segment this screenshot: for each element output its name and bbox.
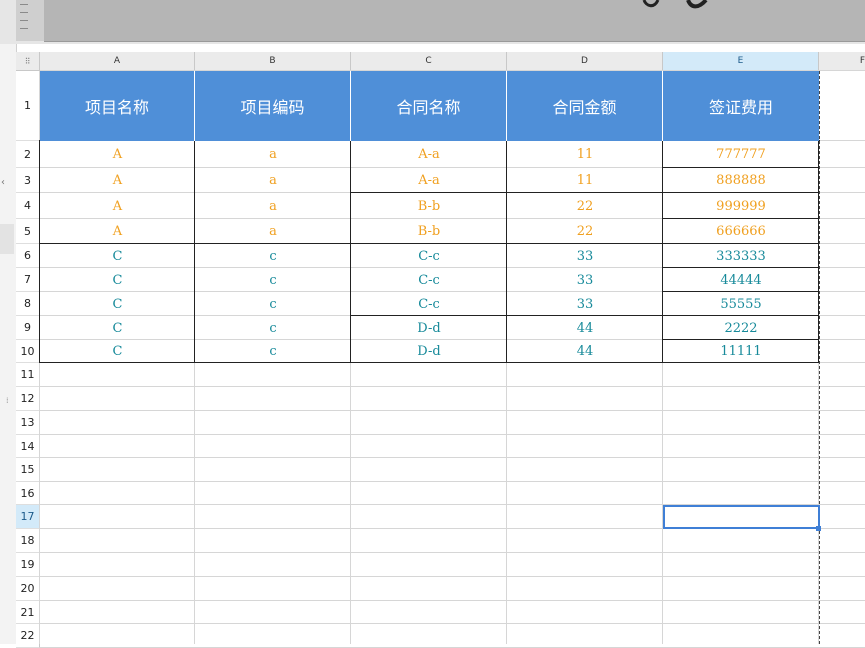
grip-handle-icon[interactable]: ⁞ [6,396,9,405]
gutter-band [0,224,14,254]
table-cell[interactable]: C [40,292,195,316]
table-cell[interactable]: 11111 [663,340,819,363]
row-header-22[interactable]: 22 [16,624,40,648]
table-cell[interactable]: C [40,340,195,363]
table-cell[interactable]: c [195,316,351,340]
table-cell[interactable]: 2222 [663,316,819,340]
header-cell[interactable]: 合同金额 [507,71,663,141]
row-header-18[interactable]: 18 [16,529,40,553]
row-header-20[interactable]: 20 [16,577,40,601]
row-header-11[interactable]: 11 [16,363,40,387]
grid-row-line [40,481,865,482]
table-cell[interactable]: A [40,193,195,219]
table-cell[interactable]: C [40,244,195,268]
grid-row-line [40,386,865,387]
table-cell[interactable]: B-b [351,193,507,219]
table-cell[interactable]: 33 [507,244,663,268]
row-header-15[interactable]: 15 [16,458,40,482]
row-header-19[interactable]: 19 [16,553,40,577]
table-cell[interactable]: a [195,219,351,244]
row-header-3[interactable]: 3 [16,168,40,193]
row-header-2[interactable]: 2 [16,141,40,168]
table-cell[interactable]: B-b [351,219,507,244]
ruler [16,0,45,41]
table-cell[interactable]: A-a [351,141,507,168]
table-cell[interactable]: A [40,141,195,168]
toolbar-area [0,0,865,44]
table-cell[interactable]: C-c [351,268,507,292]
table-cell[interactable]: a [195,193,351,219]
table-cell[interactable]: 999999 [663,193,819,219]
table-cell[interactable]: 666666 [663,219,819,244]
header-cell[interactable]: 签证费用 [663,71,819,141]
table-cell[interactable]: C-c [351,292,507,316]
table-cell[interactable]: 333333 [663,244,819,268]
table-cell[interactable]: D-d [351,316,507,340]
header-cell[interactable]: 合同名称 [351,71,507,141]
row-header-9[interactable]: 9 [16,316,40,340]
row-header-8[interactable]: 8 [16,292,40,316]
select-all-corner[interactable]: ⠿ [16,52,40,71]
table-cell[interactable]: a [195,141,351,168]
row-header-17[interactable]: 17 [16,505,40,529]
table-cell[interactable]: 11 [507,141,663,168]
table-cell[interactable]: 22 [507,193,663,219]
table-cell[interactable]: a [195,168,351,193]
grid-row-line [40,552,865,553]
table-cell[interactable]: 888888 [663,168,819,193]
grid-row-line [40,576,865,577]
row-header-5[interactable]: 5 [16,219,40,244]
grid-row-line [40,457,865,458]
table-cell[interactable]: 777777 [663,141,819,168]
column-header-e[interactable]: E [663,52,819,71]
column-header-f[interactable]: F [819,52,865,71]
row-header-10[interactable]: 10 [16,340,40,363]
row-header-13[interactable]: 13 [16,411,40,435]
grid-row-line [40,600,865,601]
table-cell[interactable]: 33 [507,292,663,316]
table-cell[interactable]: c [195,340,351,363]
table-cell[interactable]: A [40,168,195,193]
row-header-1[interactable]: 1 [16,71,40,141]
table-cell[interactable]: 44 [507,340,663,363]
row-header-21[interactable]: 21 [16,601,40,624]
table-cell[interactable]: C [40,268,195,292]
grid-row-line [40,623,865,624]
table-cell[interactable]: 44444 [663,268,819,292]
table-cell[interactable]: C [40,316,195,340]
table-cell[interactable]: 22 [507,219,663,244]
chevron-left-icon[interactable]: ‹ [1,177,5,188]
selected-cell[interactable] [663,505,820,529]
table-cell[interactable]: A [40,219,195,244]
header-cell[interactable]: 项目名称 [40,71,195,141]
row-header-16[interactable]: 16 [16,482,40,505]
row-header-4[interactable]: 4 [16,193,40,219]
row-header-7[interactable]: 7 [16,268,40,292]
logo-swoosh-icon [642,0,708,9]
row-header-12[interactable]: 12 [16,387,40,411]
row-header-14[interactable]: 14 [16,435,40,458]
table-cell[interactable]: 33 [507,268,663,292]
column-header-a[interactable]: A [40,52,195,71]
table-cell[interactable]: D-d [351,340,507,363]
table-cell[interactable]: 11 [507,168,663,193]
table-cell[interactable]: c [195,292,351,316]
row-header-6[interactable]: 6 [16,244,40,268]
fill-handle[interactable] [816,526,821,531]
table-cell[interactable]: 44 [507,316,663,340]
table-cell[interactable]: C-c [351,244,507,268]
grid-row-line [40,410,865,411]
table-cell[interactable]: 55555 [663,292,819,316]
grid-row-line [40,434,865,435]
page-break-line [819,71,820,644]
table-cell[interactable]: c [195,244,351,268]
column-header-d[interactable]: D [507,52,663,71]
table-cell[interactable]: A-a [351,168,507,193]
ribbon-background [44,0,865,42]
table-cell[interactable]: c [195,268,351,292]
column-header-c[interactable]: C [351,52,507,71]
header-cell[interactable]: 项目编码 [195,71,351,141]
left-gutter: ‹ ⁞ [0,44,17,644]
column-header-b[interactable]: B [195,52,351,71]
